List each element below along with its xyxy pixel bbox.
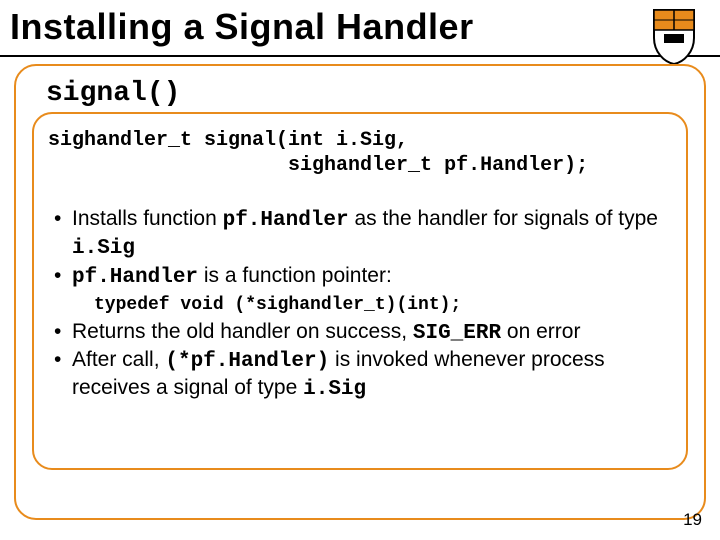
code-text: pf.Handler [223, 209, 349, 232]
text: as the handler for signals of type [349, 207, 658, 230]
bullet-4: After call, (*pf.Handler) is invoked whe… [52, 347, 672, 404]
code-text: i.Sig [72, 237, 135, 260]
typedef-line: typedef void (*sighandler_t)(int); [94, 295, 672, 315]
text: Returns the old handler on success, [72, 320, 413, 343]
code-text: (*pf.Handler) [165, 350, 329, 373]
text: on error [501, 320, 580, 343]
proto-line-2: sighandler_t pf.Handler); [48, 154, 588, 177]
text: is a function pointer: [198, 264, 392, 287]
slide-title: Installing a Signal Handler [10, 6, 474, 48]
section-heading: signal() [46, 78, 180, 109]
code-text: pf.Handler [72, 266, 198, 289]
page-number: 19 [683, 510, 702, 530]
proto-line-1: sighandler_t signal(int i.Sig, [48, 129, 408, 152]
bullet-1: Installs function pf.Handler as the hand… [52, 206, 672, 263]
code-text: SIG_ERR [413, 322, 501, 345]
princeton-shield-icon [650, 8, 698, 66]
bullet-list-2: Returns the old handler on success, SIG_… [52, 319, 672, 404]
code-text: i.Sig [303, 378, 366, 401]
slide: Installing a Signal Handler signal() sig… [0, 0, 720, 540]
text: Installs function [72, 207, 223, 230]
function-prototype: sighandler_t signal(int i.Sig, sighandle… [48, 128, 672, 178]
bullet-2: pf.Handler is a function pointer: [52, 263, 672, 291]
bullet-list: Installs function pf.Handler as the hand… [52, 206, 672, 291]
bullet-3: Returns the old handler on success, SIG_… [52, 319, 672, 347]
inner-frame: sighandler_t signal(int i.Sig, sighandle… [32, 112, 688, 470]
title-underline [0, 55, 720, 57]
text: After call, [72, 348, 165, 371]
